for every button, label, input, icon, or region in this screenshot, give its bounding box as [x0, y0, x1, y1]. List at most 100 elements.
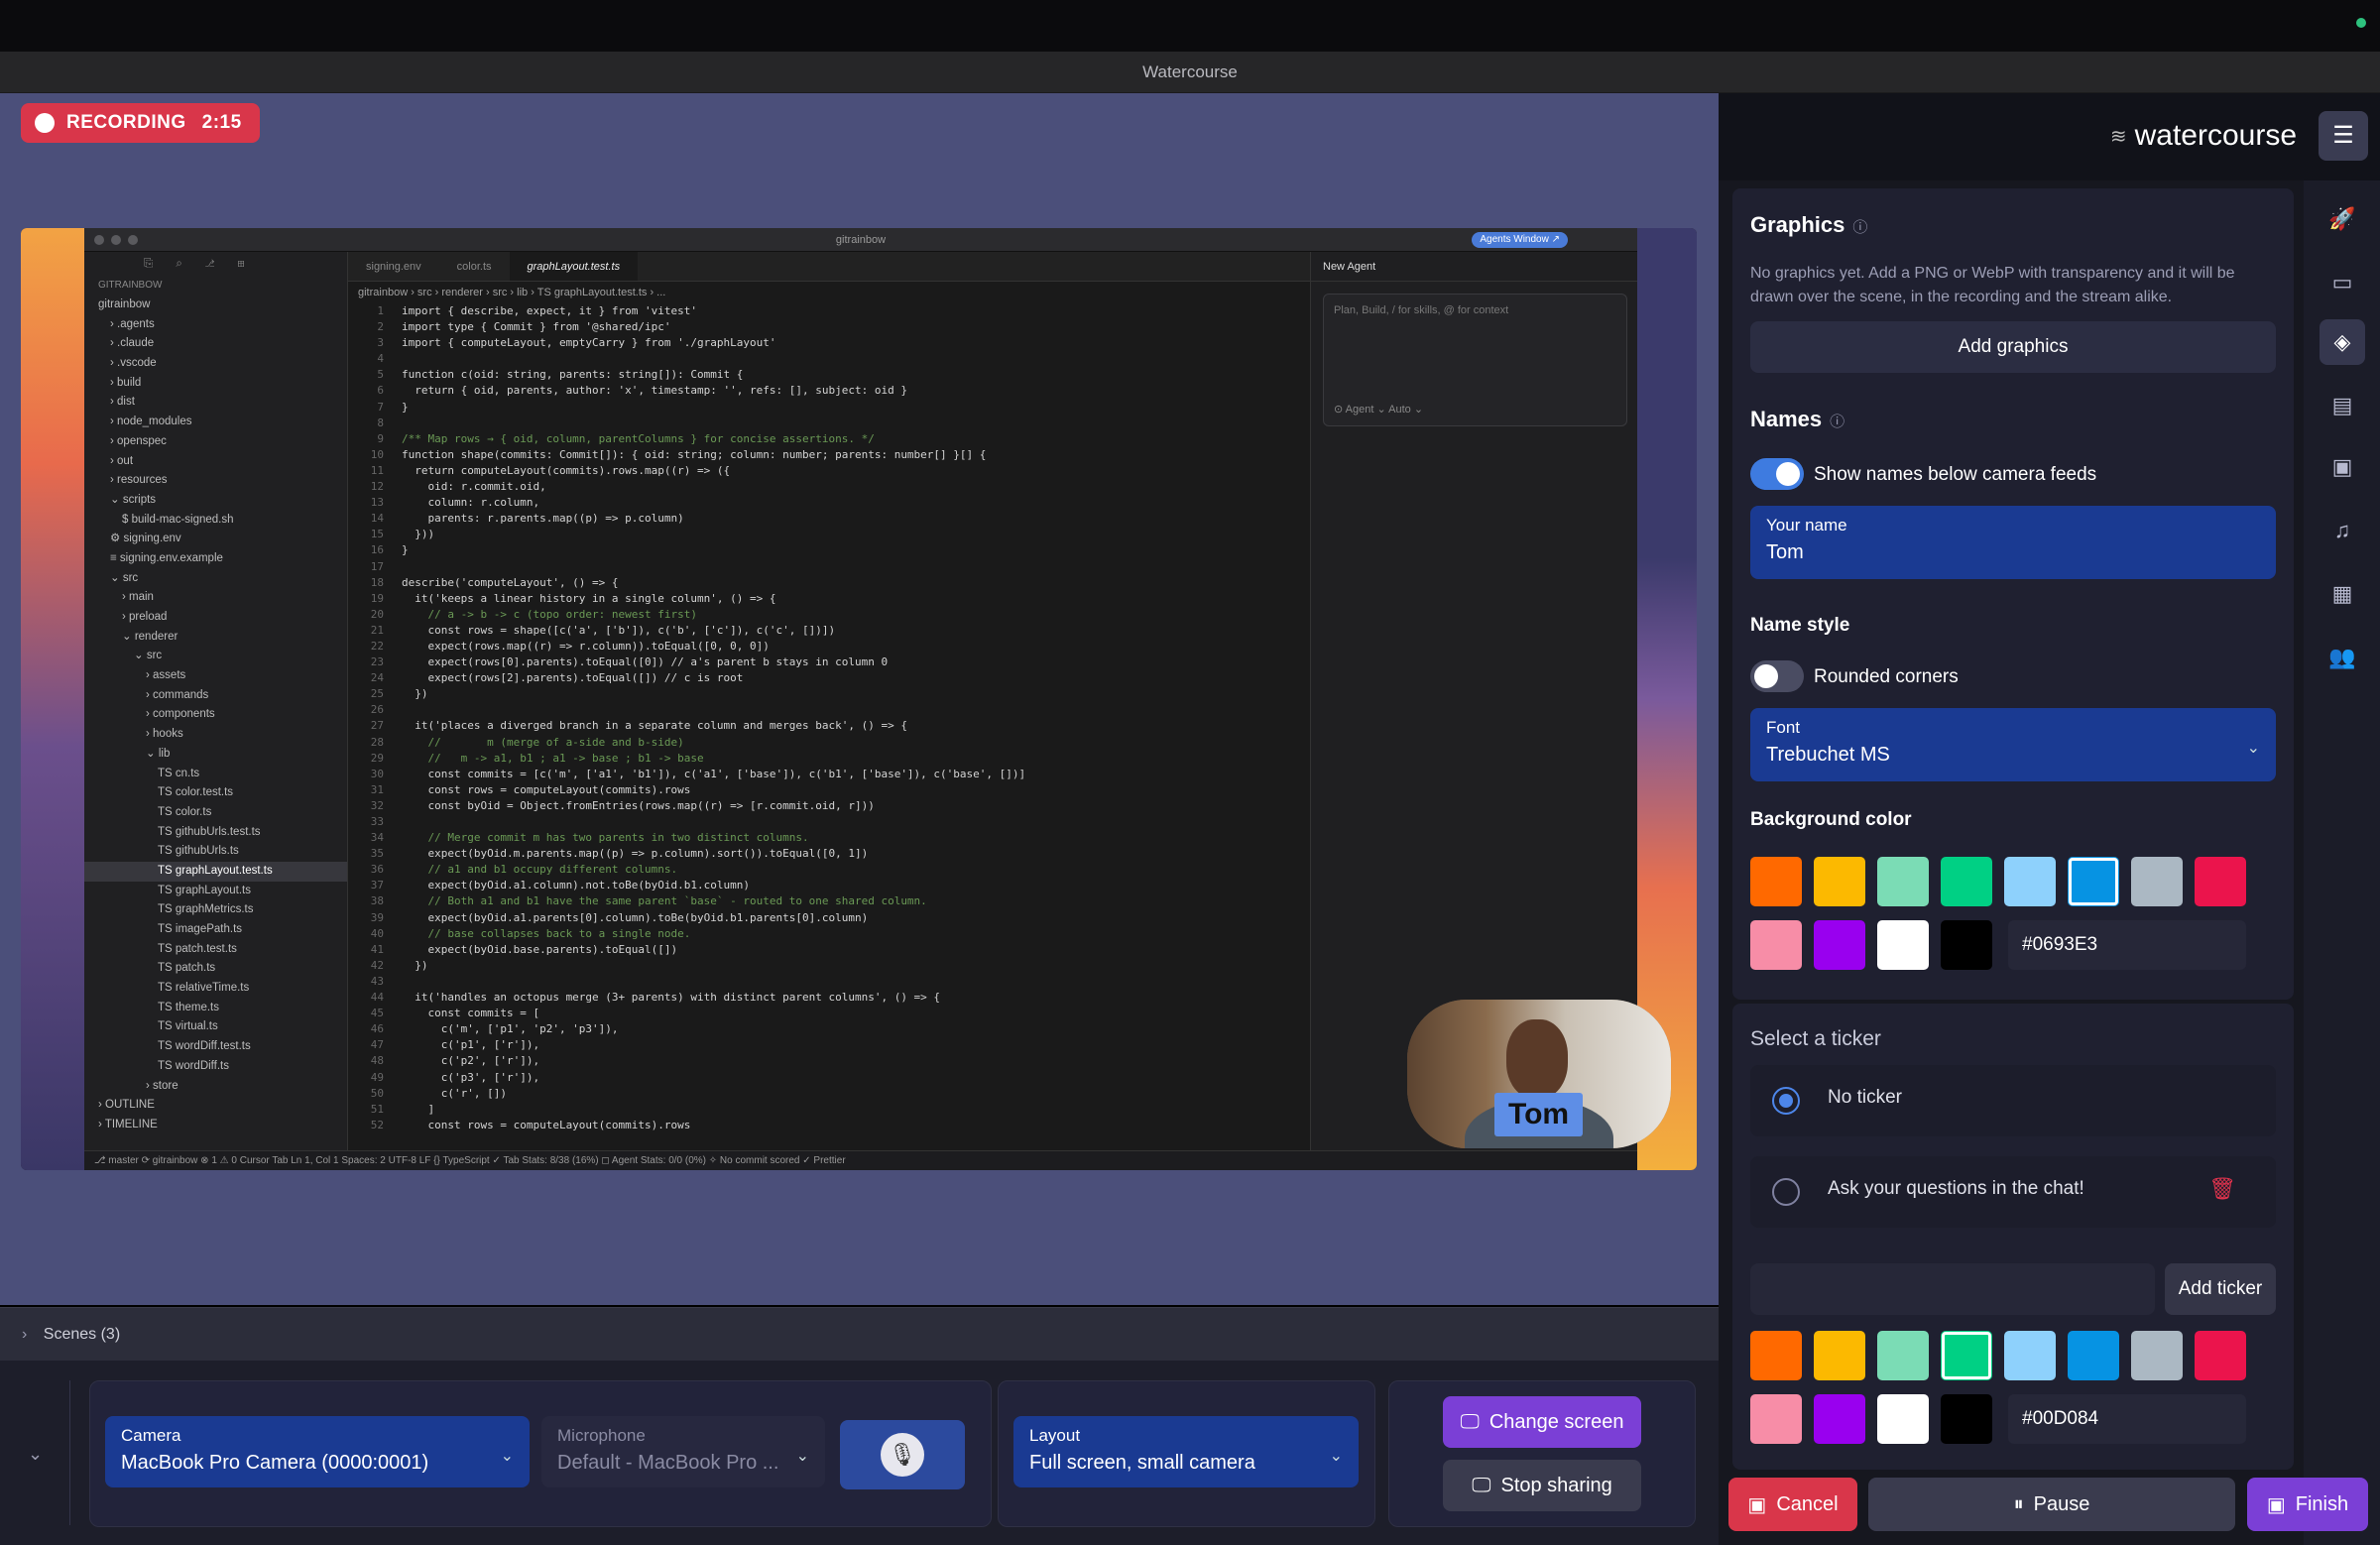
graphics-description: No graphics yet. Add a PNG or WebP with …: [1750, 265, 2235, 305]
change-screen-button[interactable]: 🖵 Change screen: [1443, 1396, 1641, 1448]
color-swatch[interactable]: [2004, 1331, 2056, 1380]
show-names-toggle[interactable]: [1750, 458, 1804, 490]
color-swatch[interactable]: [1750, 1394, 1802, 1444]
camera-select[interactable]: Camera MacBook Pro Camera (0000:0001) ⌄: [105, 1416, 530, 1487]
ticker-option-chat[interactable]: Ask your questions in the chat! 🗑: [1750, 1156, 2276, 1228]
code-line: 9 /** Map rows → { oid, column, parentCol…: [354, 431, 1310, 447]
font-select[interactable]: Font Trebuchet MS ⌄: [1750, 708, 2276, 781]
color-swatch[interactable]: [2131, 857, 2183, 906]
layout-select[interactable]: Layout Full screen, small camera ⌄: [1013, 1416, 1359, 1487]
file-tree-item: ⌄ renderer: [122, 630, 178, 643]
names-title-text: Names: [1750, 407, 1823, 431]
color-swatch[interactable]: [1814, 857, 1865, 906]
file-tree-item: TS graphLayout.test.ts: [84, 861, 347, 882]
color-swatch[interactable]: [1814, 1331, 1865, 1380]
cancel-button[interactable]: ▣ Cancel: [1728, 1478, 1857, 1531]
layers-icon[interactable]: ◈: [2320, 319, 2365, 365]
color-swatch[interactable]: [1750, 857, 1802, 906]
color-swatch[interactable]: [1877, 1394, 1929, 1444]
info-icon: ⓘ: [1852, 219, 1868, 236]
code-line: 38 // Both a1 and b1 have the same paren…: [354, 893, 1310, 909]
background-hex-input[interactable]: #0693E3: [2008, 920, 2246, 970]
radio-unselected[interactable]: [1772, 1178, 1800, 1206]
code-text: }: [402, 543, 409, 557]
file-tree-item: › OUTLINE: [98, 1099, 155, 1112]
clapper-icon[interactable]: ▣: [2320, 444, 2365, 490]
code-text: return { oid, parents, author: 'x', time…: [402, 384, 907, 398]
microphone-icon: 🎙: [881, 1433, 924, 1477]
finish-button[interactable]: ▣ Finish: [2247, 1478, 2368, 1531]
chevron-down-icon[interactable]: ⌄: [28, 1444, 43, 1465]
line-number: 32: [370, 798, 384, 812]
color-swatch[interactable]: [2068, 1331, 2119, 1380]
code-line: 21 const rows = shape([c('a', ['b']), c(…: [354, 623, 1310, 639]
color-swatch[interactable]: [1941, 1394, 1992, 1444]
rounded-corners-toggle[interactable]: [1750, 660, 1804, 692]
chevron-down-icon: ⌄: [500, 1448, 514, 1465]
code-line: 44 it('handles an octopus merge (3+ pare…: [354, 990, 1310, 1006]
add-ticker-button[interactable]: Add ticker: [2165, 1263, 2276, 1315]
line-number: 6: [377, 384, 384, 398]
video-icon[interactable]: ▭: [2320, 260, 2365, 305]
code-line: 23 expect(rows[0].parents).toEqual([0]) …: [354, 654, 1310, 670]
code-line: 35 expect(byOid.m.parents.map((p) => p.c…: [354, 846, 1310, 862]
color-swatch[interactable]: [1750, 920, 1802, 970]
color-swatch[interactable]: [2195, 857, 2246, 906]
code-line: 39 expect(byOid.a1.parents[0].column).to…: [354, 910, 1310, 926]
scroll-icon[interactable]: ▤: [2320, 383, 2365, 428]
scenes-toggle[interactable]: › Scenes (3): [0, 1307, 1719, 1361]
trash-icon[interactable]: 🗑: [2208, 1176, 2236, 1202]
code-text: // Merge commit m has two parents in two…: [402, 831, 809, 845]
color-swatch[interactable]: [1877, 920, 1929, 970]
your-name-field[interactable]: Your name Tom: [1750, 506, 2276, 579]
microphone-select[interactable]: Microphone Default - MacBook Pro ... ⌄: [541, 1416, 825, 1487]
color-swatch[interactable]: [1750, 1331, 1802, 1380]
radio-selected[interactable]: [1772, 1087, 1800, 1115]
code-text: oid: r.commit.oid,: [402, 480, 546, 494]
rocket-icon[interactable]: 🚀: [2320, 196, 2365, 242]
add-graphics-button[interactable]: Add graphics: [1750, 321, 2276, 373]
finish-label: Finish: [2295, 1492, 2349, 1515]
ticker-option-label: No ticker: [1828, 1087, 1902, 1108]
color-swatch[interactable]: [1877, 857, 1929, 906]
pause-button[interactable]: ⏸ Pause: [1868, 1478, 2235, 1531]
color-swatch[interactable]: [1814, 920, 1865, 970]
line-number: 21: [370, 623, 384, 637]
color-swatch[interactable]: [1814, 1394, 1865, 1444]
ticker-option-none[interactable]: No ticker: [1750, 1065, 2276, 1136]
color-swatch[interactable]: [2195, 1331, 2246, 1380]
ticker-text-input[interactable]: [1750, 1263, 2155, 1315]
line-number: 17: [370, 559, 384, 573]
color-swatch[interactable]: [2131, 1331, 2183, 1380]
file-tree-item: ≡ signing.env.example: [110, 551, 223, 564]
code-line: 22 expect(rows.map((r) => r.column)).toE…: [354, 639, 1310, 654]
file-tree-item: › preload: [122, 611, 168, 623]
music-icon[interactable]: ♫: [2320, 508, 2365, 553]
code-line: 48 c('p2', ['r']),: [354, 1053, 1310, 1069]
code-line: 45 const commits = [: [354, 1006, 1310, 1021]
wave-logo-icon: ≋: [2109, 125, 2127, 148]
finish-icon: ▣: [2266, 1493, 2286, 1516]
code-editor: signing.env color.ts graphLayout.test.ts…: [348, 252, 1310, 1150]
color-swatch[interactable]: [1877, 1331, 1929, 1380]
file-tree-item: › hooks: [146, 728, 183, 741]
code-text: // a -> b -> c (topo order: newest first…: [402, 607, 698, 621]
color-swatch[interactable]: [1941, 857, 1992, 906]
code-text: }: [402, 400, 409, 414]
color-swatch[interactable]: [2004, 857, 2056, 906]
ticker-hex-input[interactable]: #00D084: [2008, 1394, 2246, 1444]
wallpaper-left: [21, 228, 84, 1170]
hamburger-menu-button[interactable]: ☰: [2319, 111, 2368, 161]
mic-mute-button[interactable]: 🎙: [840, 1420, 965, 1489]
code-text: column: r.column,: [402, 496, 540, 510]
film-icon[interactable]: ▦: [2320, 571, 2365, 617]
stop-sharing-button[interactable]: 🖵 Stop sharing: [1443, 1460, 1641, 1511]
color-swatch[interactable]: [1941, 1331, 1992, 1380]
line-number: 31: [370, 782, 384, 796]
code-line: 41 expect(byOid.base.parents).toEqual([]…: [354, 942, 1310, 958]
color-swatch[interactable]: [2068, 857, 2119, 906]
file-tree-item: TS githubUrls.test.ts: [158, 825, 261, 838]
color-swatch[interactable]: [1941, 920, 1992, 970]
line-number: 43: [370, 974, 384, 988]
people-icon[interactable]: 👥: [2320, 635, 2365, 680]
